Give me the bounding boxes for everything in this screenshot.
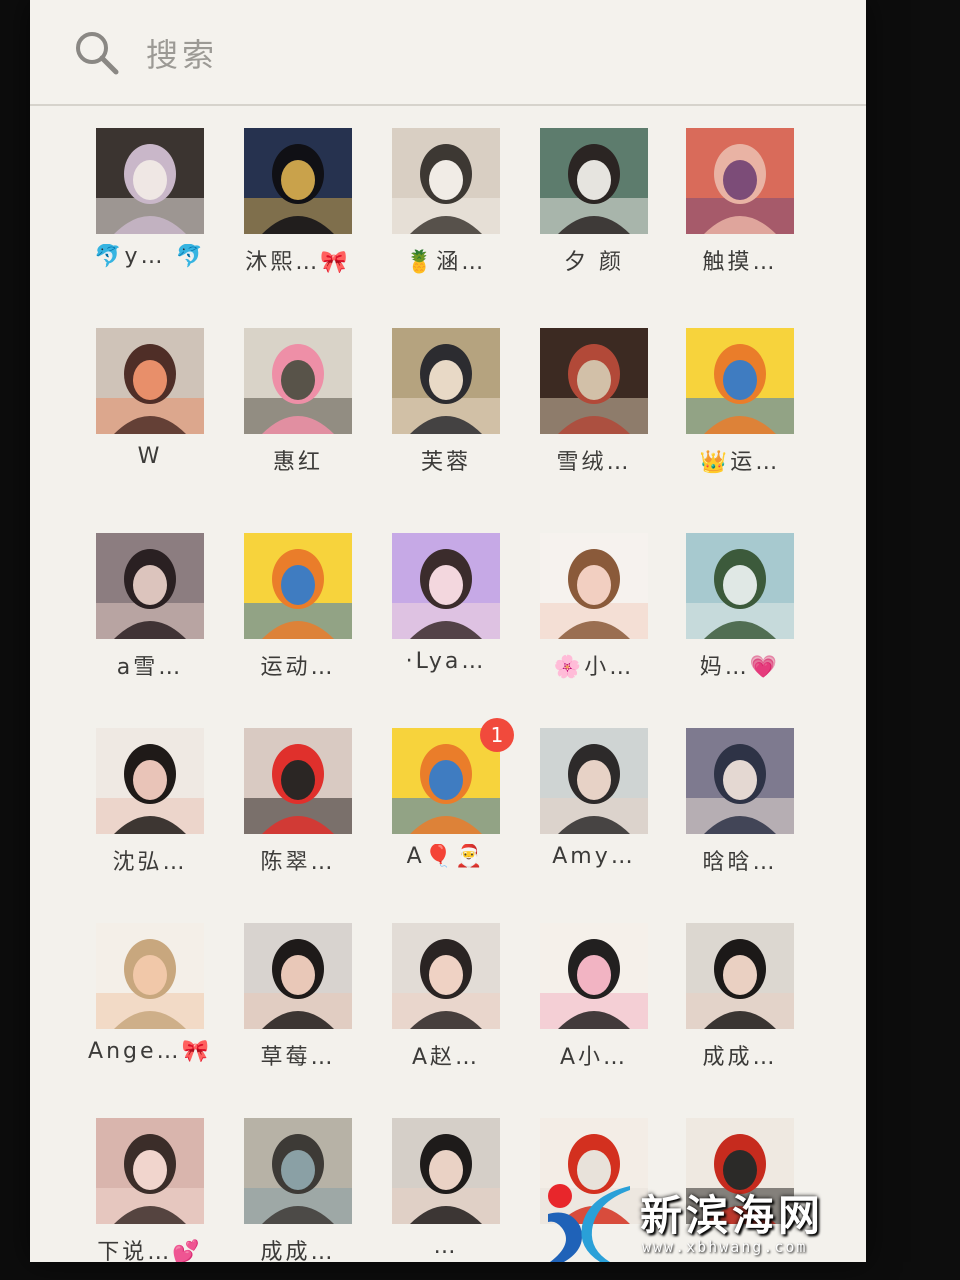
contact-avatar[interactable] bbox=[392, 923, 500, 1029]
search-bar[interactable]: 搜索 bbox=[30, 0, 866, 106]
contact-item[interactable]: 沐熙…🎀 bbox=[228, 118, 368, 308]
contact-item[interactable]: 惠红 bbox=[228, 318, 368, 508]
contact-avatar[interactable] bbox=[540, 533, 648, 639]
contact-name: … bbox=[433, 1234, 459, 1259]
contact-avatar[interactable] bbox=[686, 328, 794, 434]
contact-avatar[interactable] bbox=[540, 128, 648, 234]
contact-avatar[interactable] bbox=[540, 728, 648, 834]
contact-name: 成成… bbox=[702, 1045, 778, 1070]
watermark-text: 新滨海网 bbox=[640, 1191, 825, 1240]
contact-item[interactable]: 妈…💗 bbox=[670, 523, 810, 713]
contact-item[interactable]: 成成… bbox=[670, 913, 810, 1103]
contact-item[interactable]: A赵… bbox=[376, 913, 516, 1103]
contact-item[interactable]: 成成… bbox=[228, 1108, 368, 1262]
contact-item[interactable]: 夕 颜 bbox=[524, 118, 664, 308]
contact-item[interactable]: A小… bbox=[524, 913, 664, 1103]
contact-name: 触摸… bbox=[702, 250, 778, 275]
contact-name: 沐熙…🎀 bbox=[245, 250, 351, 275]
contact-avatar[interactable] bbox=[244, 923, 352, 1029]
watermark-url: www.xbhwang.com bbox=[642, 1238, 808, 1256]
contact-name: Amy… bbox=[552, 844, 636, 869]
contact-item[interactable]: 🐬y… 🐬 bbox=[80, 118, 220, 308]
contact-item[interactable]: Amy… bbox=[524, 718, 664, 908]
contact-avatar[interactable] bbox=[540, 328, 648, 434]
contact-avatar[interactable] bbox=[392, 533, 500, 639]
contact-avatar[interactable] bbox=[96, 728, 204, 834]
contact-item[interactable]: 🍍涵… bbox=[376, 118, 516, 308]
contact-item[interactable]: a雪… bbox=[80, 523, 220, 713]
contact-item[interactable]: 触摸… bbox=[670, 118, 810, 308]
contact-item[interactable]: 沈弘… bbox=[80, 718, 220, 908]
contact-name: 妈…💗 bbox=[699, 655, 781, 680]
contact-name: ·Lya… bbox=[405, 649, 487, 674]
contact-item[interactable]: Ange…🎀 bbox=[80, 913, 220, 1103]
contact-avatar[interactable] bbox=[96, 1118, 204, 1224]
contact-avatar[interactable] bbox=[96, 923, 204, 1029]
contact-name: 惠红 bbox=[272, 450, 323, 475]
contact-item[interactable]: 芙蓉 bbox=[376, 318, 516, 508]
contact-avatar[interactable] bbox=[686, 533, 794, 639]
contact-avatar[interactable] bbox=[244, 728, 352, 834]
search-placeholder: 搜索 bbox=[146, 36, 219, 74]
contact-name: a雪… bbox=[116, 655, 184, 680]
contact-avatar[interactable] bbox=[392, 328, 500, 434]
contact-item[interactable]: 🌸小… bbox=[524, 523, 664, 713]
contact-avatar[interactable] bbox=[244, 328, 352, 434]
contact-item[interactable]: 雪绒… bbox=[524, 318, 664, 508]
search-icon bbox=[76, 32, 119, 75]
contact-name: W bbox=[137, 444, 163, 469]
contact-name: 夕 颜 bbox=[564, 250, 624, 275]
contacts-screen: 搜索 🐬y… 🐬 沐熙…🎀 🍍涵… 夕 颜 触摸… W 惠红 芙蓉 雪绒… 👑运… a雪… 运动… ·L… bbox=[30, 0, 866, 1262]
contact-name: 👑运… bbox=[699, 450, 781, 475]
contact-avatar[interactable] bbox=[392, 1118, 500, 1224]
contact-item[interactable]: 运动… bbox=[228, 523, 368, 713]
contact-item[interactable]: ·Lya… bbox=[376, 523, 516, 713]
contact-name: 草莓… bbox=[260, 1045, 336, 1070]
contact-avatar[interactable] bbox=[686, 923, 794, 1029]
contact-avatar[interactable] bbox=[244, 128, 352, 234]
contact-name: 🍍涵… bbox=[405, 250, 487, 275]
contact-item[interactable]: … bbox=[376, 1108, 516, 1262]
contact-name: 陈翠… bbox=[260, 850, 336, 875]
contact-avatar[interactable] bbox=[244, 1118, 352, 1224]
contact-name: 晗晗… bbox=[702, 850, 778, 875]
contact-name: 下说…💕 bbox=[97, 1240, 203, 1262]
contact-name: 成成… bbox=[260, 1240, 336, 1262]
contact-avatar[interactable] bbox=[244, 533, 352, 639]
contact-item[interactable]: 1 A🎈🎅 bbox=[376, 718, 516, 908]
contact-avatar[interactable] bbox=[686, 728, 794, 834]
contact-item[interactable]: 晗晗… bbox=[670, 718, 810, 908]
contact-item[interactable]: W bbox=[80, 318, 220, 508]
contact-name: 运动… bbox=[260, 655, 336, 680]
contact-name: 雪绒… bbox=[556, 450, 632, 475]
contact-item[interactable]: 陈翠… bbox=[228, 718, 368, 908]
contact-item[interactable]: 下说…💕 bbox=[80, 1108, 220, 1262]
contact-name: A🎈🎅 bbox=[406, 844, 486, 869]
contact-avatar[interactable] bbox=[392, 128, 500, 234]
contact-name: A赵… bbox=[411, 1045, 481, 1070]
unread-badge: 1 bbox=[480, 718, 514, 752]
contact-item[interactable]: 👑运… bbox=[670, 318, 810, 508]
watermark-logo bbox=[548, 1184, 630, 1262]
contact-avatar[interactable] bbox=[96, 533, 204, 639]
contact-avatar[interactable] bbox=[540, 923, 648, 1029]
contact-avatar[interactable] bbox=[96, 128, 204, 234]
contact-name: 芙蓉 bbox=[420, 450, 471, 475]
contact-item[interactable]: 草莓… bbox=[228, 913, 368, 1103]
contact-name: 沈弘… bbox=[112, 850, 188, 875]
contact-name: Ange…🎀 bbox=[88, 1039, 212, 1064]
contact-name: 🌸小… bbox=[553, 655, 635, 680]
contact-avatar[interactable] bbox=[686, 128, 794, 234]
contact-avatar[interactable] bbox=[96, 328, 204, 434]
watermark: 新滨海网 www.xbhwang.com bbox=[540, 1178, 940, 1268]
contact-name: A小… bbox=[559, 1045, 629, 1070]
contact-name: 🐬y… 🐬 bbox=[94, 244, 206, 269]
